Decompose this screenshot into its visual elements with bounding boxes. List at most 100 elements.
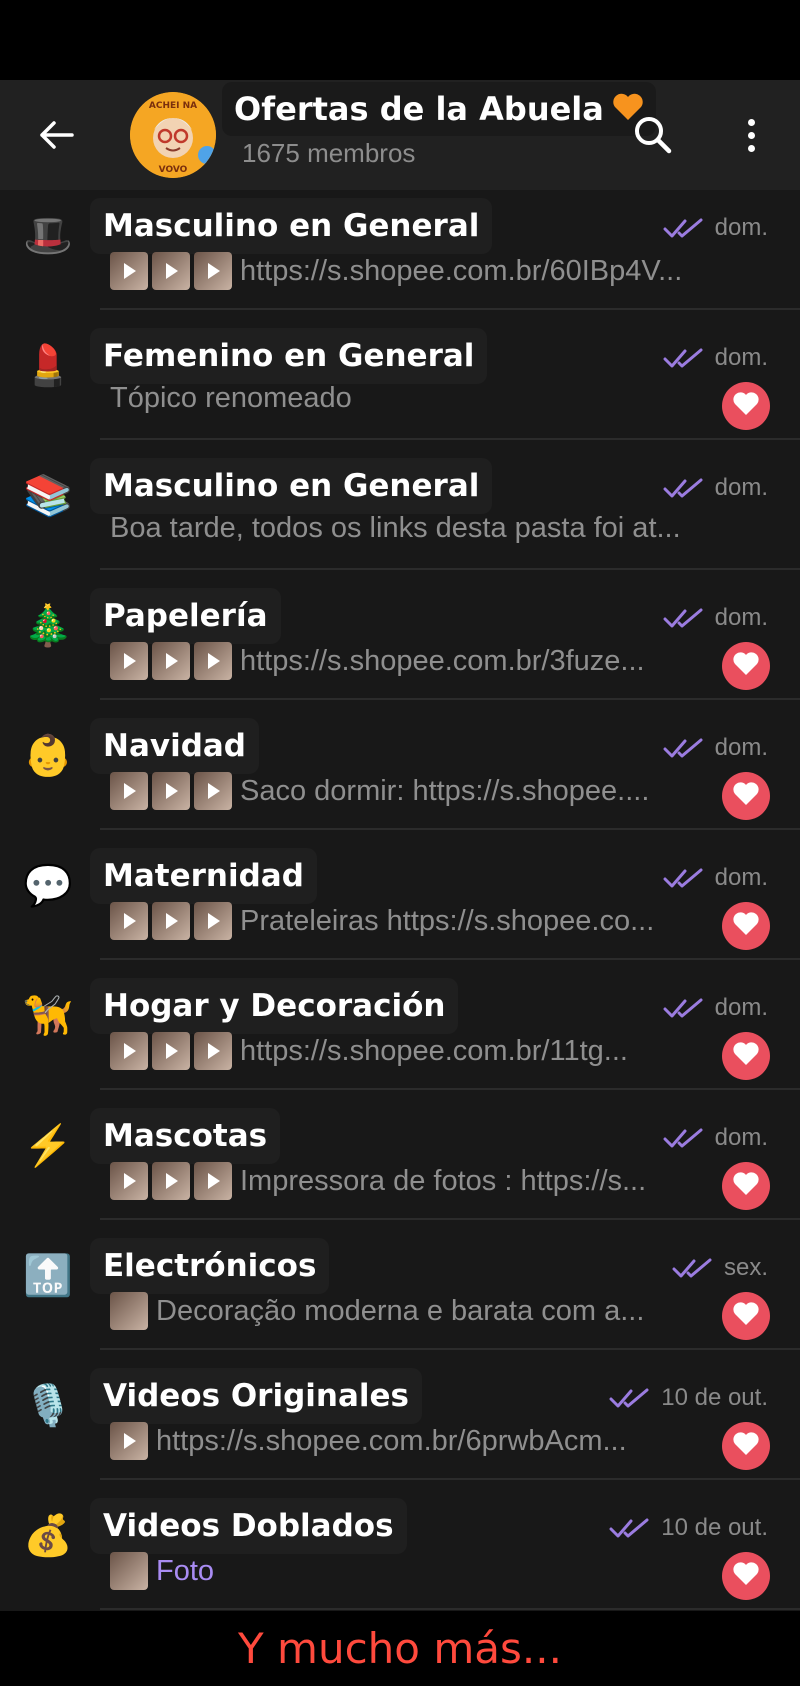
heart-reaction-badge[interactable] [722, 902, 770, 950]
row-divider [100, 1608, 800, 1610]
topic-emoji-icon: 👶 [23, 733, 73, 778]
topic-date: dom. [714, 734, 768, 761]
heart-reaction-badge[interactable] [722, 1292, 770, 1340]
topic-preview-text: https://s.shopee.com.br/3fuze... [240, 644, 645, 677]
preview-thumbnail [194, 1162, 232, 1200]
heart-reaction-badge[interactable] [722, 1422, 770, 1470]
topic-preview: https://s.shopee.com.br/11tg... [110, 1032, 710, 1070]
topic-meta: dom. [663, 344, 768, 372]
group-avatar[interactable]: ACHEI NA VOVO [130, 92, 216, 178]
topic-name-box: Hogar y Decoración [90, 978, 459, 1034]
preview-thumbnail [110, 772, 148, 810]
back-button[interactable] [28, 112, 84, 158]
svg-text:ACHEI NA: ACHEI NA [149, 101, 197, 111]
double-check-icon [663, 218, 703, 238]
preview-thumbnail [110, 1422, 148, 1460]
double-check-icon [663, 608, 703, 628]
topic-emoji-icon: 💬 [23, 863, 73, 908]
topic-row[interactable]: 🎄 Papelería dom. https://s.shopee.com.br/3f… [0, 570, 800, 700]
topic-date: sex. [723, 1254, 768, 1281]
preview-thumbnail [194, 902, 232, 940]
topic-date: dom. [714, 604, 768, 631]
topic-name: Videos Doblados [103, 1508, 394, 1544]
heart-reaction-badge[interactable] [722, 642, 770, 690]
preview-thumbnail [152, 902, 190, 940]
topic-row[interactable]: 🦮 Hogar y Decoración dom. https://s.shopee.… [0, 960, 800, 1090]
heart-reaction-badge[interactable] [722, 382, 770, 430]
topic-date: dom. [714, 344, 768, 371]
search-button[interactable] [628, 110, 678, 160]
topic-preview-text: https://s.shopee.com.br/6prwbAcm... [156, 1424, 627, 1457]
topic-name: Femenino en General [103, 338, 475, 374]
preview-thumbnail [194, 1032, 232, 1070]
preview-thumbnails [110, 1162, 232, 1200]
topic-name: Videos Originales [103, 1378, 410, 1414]
heart-icon [732, 391, 760, 422]
topic-preview-text: Saco dormir: https://s.shopee.... [240, 774, 650, 807]
footer-text: Y mucho más... [238, 1624, 562, 1673]
preview-thumbnail [152, 252, 190, 290]
topic-name-box: Femenino en General [90, 328, 488, 384]
topic-preview-text: https://s.shopee.com.br/60IBp4V... [240, 254, 683, 287]
arrow-left-icon [40, 121, 74, 149]
topic-preview: https://s.shopee.com.br/3fuze... [110, 642, 710, 680]
topic-row[interactable]: 🎙️ Videos Originales 10 de out. https://s.s… [0, 1350, 800, 1480]
chat-header: ACHEI NA VOVO Ofertas de la Abuela 1675 … [0, 80, 800, 190]
topic-preview: Boa tarde, todos os links desta pasta fo… [110, 512, 710, 545]
heart-reaction-badge[interactable] [722, 1162, 770, 1210]
topic-preview-text: Boa tarde, todos os links desta pasta fo… [110, 512, 681, 544]
heart-reaction-badge[interactable] [722, 1552, 770, 1600]
topic-date: 10 de out. [661, 1384, 768, 1411]
topic-date: dom. [714, 994, 768, 1021]
topic-emoji-icon: 🎙️ [23, 1383, 73, 1428]
preview-thumbnail [110, 642, 148, 680]
search-icon [635, 117, 672, 154]
topic-row[interactable]: ⚡ Mascotas dom. Impressora de fotos : https… [0, 1090, 800, 1220]
topic-meta: 10 de out. [609, 1514, 768, 1542]
menu-dot-icon [747, 131, 755, 139]
heart-icon [732, 1431, 760, 1462]
preview-thumbnails [110, 252, 232, 290]
double-check-icon [672, 1258, 712, 1278]
topic-name: Papelería [103, 598, 268, 634]
topic-meta: sex. [672, 1254, 768, 1282]
heart-reaction-badge[interactable] [722, 772, 770, 820]
topic-preview: Impressora de fotos : https://s... [110, 1162, 710, 1200]
topic-emoji-icon: 🔝 [23, 1253, 73, 1298]
double-check-icon [609, 1388, 649, 1408]
menu-dot-icon [747, 144, 755, 152]
topic-row[interactable]: 🔝 Electrónicos sex. Decoração moderna e bar… [0, 1220, 800, 1350]
preview-thumbnail [152, 772, 190, 810]
topic-row[interactable]: 👶 Navidad dom. Saco dormir: https://s.shope… [0, 700, 800, 830]
preview-thumbnail [110, 1162, 148, 1200]
topic-meta: dom. [663, 864, 768, 892]
topic-preview: Tópico renomeado [110, 382, 710, 415]
topic-meta: dom. [663, 734, 768, 762]
topic-row[interactable]: 💰 Videos Doblados 10 de out. Foto [0, 1480, 800, 1610]
topic-meta: dom. [663, 214, 768, 242]
topic-row[interactable]: 💬 Maternidad dom. Prateleiras https://s.sho… [0, 830, 800, 960]
more-vertical-button[interactable] [726, 110, 776, 160]
topic-name-box: Maternidad [90, 848, 317, 904]
topic-name-box: Videos Originales [90, 1368, 423, 1424]
preview-thumbnail [110, 1292, 148, 1330]
group-title: Ofertas de la Abuela [234, 90, 604, 128]
topic-list: 🎩 Masculino en General dom. https://s.shope… [0, 190, 800, 1611]
topic-name: Mascotas [103, 1118, 268, 1154]
group-title-box[interactable]: Ofertas de la Abuela [222, 82, 656, 136]
footer-banner: Y mucho más... [0, 1611, 800, 1686]
heart-icon [732, 1301, 760, 1332]
preview-thumbnails [110, 1032, 232, 1070]
heart-reaction-badge[interactable] [722, 1032, 770, 1080]
topic-row[interactable]: 💄 Femenino en General dom. Tópico renomeado [0, 310, 800, 440]
topic-name: Electrónicos [103, 1248, 317, 1284]
heart-icon [732, 651, 760, 682]
topic-row[interactable]: 📚 Masculino en General dom. Boa tarde, todo… [0, 440, 800, 570]
topic-date: dom. [714, 864, 768, 891]
topic-preview-text: Tópico renomeado [110, 382, 352, 414]
topic-emoji-icon: ⚡ [23, 1123, 73, 1168]
heart-icon [732, 1041, 760, 1072]
topic-name: Hogar y Decoración [103, 988, 446, 1024]
topic-name: Maternidad [103, 858, 304, 894]
topic-row[interactable]: 🎩 Masculino en General dom. https://s.shope… [0, 190, 800, 310]
